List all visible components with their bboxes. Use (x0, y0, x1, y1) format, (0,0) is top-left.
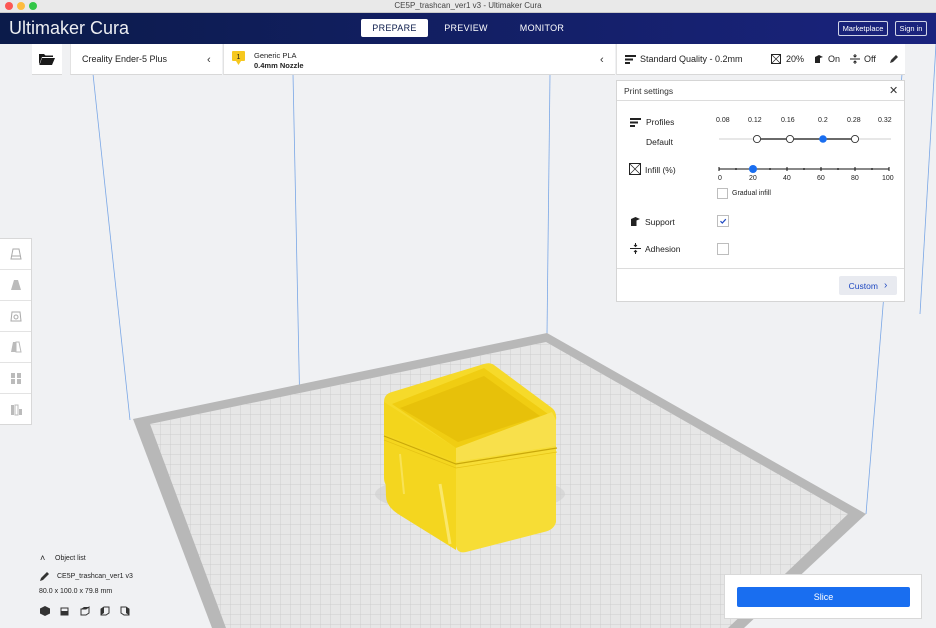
infill-tick-4: 80 (851, 175, 859, 182)
left-view-icon[interactable] (100, 606, 110, 616)
move-tool[interactable] (0, 239, 31, 270)
rotate-tool[interactable] (0, 301, 31, 332)
scale-icon (10, 280, 21, 290)
infill-tick-5: 100 (882, 175, 894, 182)
pencil-icon[interactable] (40, 572, 49, 581)
extruder-icon: 1 (232, 51, 245, 65)
support-checkbox[interactable] (717, 215, 729, 227)
infill-tick-0: 0 (718, 175, 722, 182)
chevron-right-icon: › (883, 280, 888, 291)
folder-open-icon (39, 54, 55, 65)
profile-default-label: Default (646, 137, 673, 147)
camera-view-buttons (40, 606, 130, 616)
chevron-left-icon: ‹ (207, 54, 211, 66)
sign-in-button[interactable]: Sign in (895, 21, 927, 36)
support-summary: On (828, 54, 841, 64)
scale-tool[interactable] (0, 270, 31, 301)
printer-name: Creality Ender-5 Plus (82, 54, 168, 64)
nozzle-size: 0.4mm Nozzle (254, 61, 304, 70)
print-settings-header: Print settings ✕ (617, 81, 904, 101)
infill-label: Infill (%) (645, 165, 676, 175)
adhesion-summary: Off (864, 54, 876, 64)
svg-text:1: 1 (237, 54, 241, 61)
tab-preview[interactable]: PREVIEW (432, 19, 500, 37)
rotate-icon (9, 311, 22, 322)
slice-button[interactable]: Slice (737, 587, 910, 607)
support-icon (631, 217, 640, 226)
infill-slider[interactable] (717, 163, 893, 175)
adhesion-label: Adhesion (645, 244, 681, 254)
custom-button-label: Custom (848, 280, 878, 291)
layer-height-3: 0.2 (818, 117, 828, 124)
layer-height-4: 0.28 (847, 117, 861, 124)
brand-product: Cura (90, 18, 130, 38)
adhesion-icon (630, 243, 641, 254)
adhesion-icon (850, 54, 860, 64)
move-icon (9, 248, 22, 260)
support-icon (815, 55, 823, 63)
tab-monitor[interactable]: MONITOR (504, 19, 580, 37)
chevron-up-icon: ˄ (40, 553, 46, 563)
support-blocker-tool[interactable] (0, 394, 31, 425)
layer-height-1: 0.12 (748, 117, 762, 124)
print-settings-selector[interactable]: Standard Quality - 0.2mm 20% On Off (616, 44, 905, 75)
front-view-icon[interactable] (60, 606, 70, 616)
object-dimensions: 80.0 x 100.0 x 79.8 mm (39, 588, 113, 595)
material-selector[interactable]: 1 Generic PLA 0.4mm Nozzle ‹ (223, 44, 615, 75)
gradual-infill-checkbox[interactable] (717, 188, 728, 199)
slice-panel: Slice (724, 574, 922, 619)
quality-icon (625, 55, 636, 64)
infill-summary: 20% (786, 54, 805, 64)
window-title: CE5P_trashcan_ver1 v3 - Ultimaker Cura (394, 1, 542, 10)
mirror-tool[interactable] (0, 332, 31, 363)
stage-tabs: PREPARE PREVIEW MONITOR (361, 19, 584, 37)
model-tools-toolbar (0, 238, 32, 425)
marketplace-button[interactable]: Marketplace (838, 21, 888, 36)
printer-selector[interactable]: Creality Ender-5 Plus ‹ (70, 44, 222, 75)
quality-label: Standard Quality - 0.2mm (640, 54, 743, 64)
layer-height-0: 0.08 (716, 117, 730, 124)
pencil-icon[interactable] (890, 55, 898, 63)
object-list-header: Object list (55, 555, 86, 562)
gradual-infill-label: Gradual infill (732, 190, 771, 197)
per-model-settings-tool[interactable] (0, 363, 31, 394)
app-logo: Ultimaker Cura (9, 18, 129, 39)
layer-height-2: 0.16 (781, 117, 795, 124)
mirror-icon (10, 341, 22, 353)
print-settings-panel: Print settings ✕ Profiles Default 0.08 0… (616, 80, 905, 302)
object-list-toggle[interactable]: ˄ Object list (38, 552, 178, 566)
close-icon[interactable]: ✕ (889, 84, 898, 97)
3d-view-icon[interactable] (40, 606, 50, 616)
support-blocker-icon (10, 404, 22, 415)
infill-icon (629, 163, 641, 175)
adhesion-checkbox[interactable] (717, 243, 729, 255)
open-file-button[interactable] (32, 44, 62, 75)
support-label: Support (645, 217, 675, 227)
top-view-icon[interactable] (80, 606, 90, 616)
infill-tick-2: 40 (783, 175, 791, 182)
checkmark-icon (720, 218, 727, 224)
profiles-icon (630, 118, 641, 127)
per-model-settings-icon (10, 373, 21, 384)
right-view-icon[interactable] (120, 606, 130, 616)
infill-icon (771, 54, 781, 64)
custom-settings-button[interactable]: Custom › (839, 276, 897, 295)
chevron-left-icon: ‹ (600, 54, 604, 66)
profiles-label: Profiles (646, 117, 675, 127)
brand-name: Ultimaker (9, 18, 86, 38)
layer-height-slider[interactable] (717, 133, 893, 145)
layer-height-5: 0.32 (878, 117, 892, 124)
window-titlebar: CE5P_trashcan_ver1 v3 - Ultimaker Cura (0, 0, 936, 13)
infill-tick-1: 20 (749, 175, 757, 182)
material-name: Generic PLA (254, 51, 297, 60)
object-name[interactable]: CE5P_trashcan_ver1 v3 (57, 573, 133, 580)
tab-prepare[interactable]: PREPARE (361, 19, 428, 37)
panel-divider (617, 268, 904, 269)
app-header: Ultimaker Cura PREPARE PREVIEW MONITOR M… (0, 13, 936, 44)
print-settings-title: Print settings (624, 86, 674, 96)
infill-tick-3: 60 (817, 175, 825, 182)
